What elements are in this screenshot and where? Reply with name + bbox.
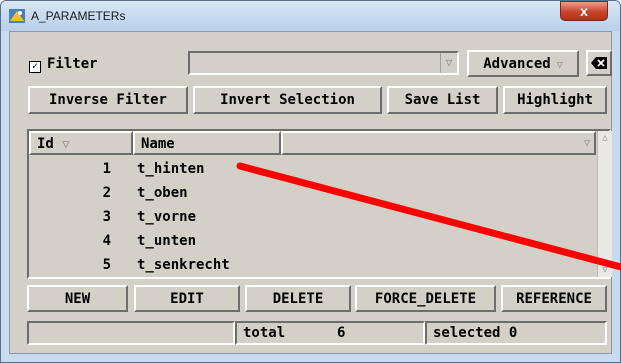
filter-combo[interactable]: ▽ (188, 51, 459, 75)
title-bar[interactable]: A_PARAMETERs x (1, 1, 620, 31)
filter-label: Filter (47, 56, 98, 72)
force-delete-label: FORCE_DELETE (374, 291, 477, 307)
highlight-button[interactable]: Highlight (503, 86, 607, 114)
table-row[interactable]: 1 t_hinten (29, 157, 596, 181)
scroll-down-icon[interactable]: ▽ (598, 263, 612, 277)
invert-selection-button[interactable]: Invert Selection (193, 86, 382, 114)
row-name: t_unten (137, 233, 197, 249)
delete-label: DELETE (272, 291, 324, 307)
window-title: A_PARAMETERs (31, 9, 126, 23)
table-row[interactable]: 4 t_unten (29, 229, 596, 253)
parameters-window: A_PARAMETERs x ✓ Filter ▽ Advanced ▽ Inve… (0, 0, 621, 363)
parameters-table: Id ▽ Name ▽ 1 t_hinten 2 t_oben 3 t_vorn… (27, 129, 612, 279)
selected-label: selected (433, 325, 501, 341)
new-label: NEW (64, 291, 91, 307)
clear-filter-button[interactable] (586, 50, 612, 76)
row-name: t_vorne (137, 209, 197, 225)
client-area: ✓ Filter ▽ Advanced ▽ Inverse Filter Inve… (9, 31, 612, 354)
row-id: 4 (102, 233, 111, 249)
clear-filter-icon (591, 57, 607, 69)
table-body: 1 t_hinten 2 t_oben 3 t_vorne 4 t_unten … (29, 157, 596, 277)
app-icon (9, 9, 25, 23)
edit-button[interactable]: EDIT (134, 285, 240, 312)
row-id: 5 (102, 257, 111, 273)
column-header-name-label: Name (141, 136, 175, 152)
scroll-up-icon[interactable]: △ (598, 131, 612, 145)
reference-button[interactable]: REFERENCE (501, 285, 607, 312)
column-header-id-label: Id (37, 136, 54, 152)
delete-button[interactable]: DELETE (245, 285, 351, 312)
advanced-button[interactable]: Advanced ▽ (467, 50, 579, 77)
inverse-filter-button[interactable]: Inverse Filter (28, 86, 188, 114)
table-row[interactable]: 2 t_oben (29, 181, 596, 205)
row-id: 3 (102, 209, 111, 225)
edit-label: EDIT (170, 291, 204, 307)
status-selected: selected 0 (425, 321, 607, 345)
column-dropdown-icon: ▽ (583, 138, 590, 149)
row-id: 2 (102, 185, 111, 201)
save-list-button[interactable]: Save List (387, 86, 498, 114)
table-row[interactable]: 5 t_senkrecht (29, 253, 596, 277)
table-row[interactable]: 3 t_vorne (29, 205, 596, 229)
close-icon: x (580, 3, 588, 19)
table-header: Id ▽ Name ▽ (29, 131, 596, 157)
reference-label: REFERENCE (516, 291, 592, 307)
column-header-extra[interactable]: ▽ (281, 131, 596, 155)
status-cell-empty (27, 321, 235, 345)
row-name: t_hinten (137, 161, 205, 177)
chevron-down-icon: ▽ (550, 60, 563, 71)
selected-value: 0 (508, 325, 518, 341)
column-header-name[interactable]: Name (133, 131, 281, 155)
invert-selection-label: Invert Selection (220, 92, 355, 108)
advanced-label: Advanced (483, 56, 551, 72)
row-name: t_oben (137, 185, 188, 201)
close-window-button[interactable]: x (560, 1, 608, 21)
filter-checkbox[interactable]: ✓ Filter (29, 56, 98, 73)
dropdown-arrow-icon[interactable]: ▽ (440, 53, 457, 73)
inverse-filter-label: Inverse Filter (48, 92, 167, 108)
vertical-scrollbar[interactable]: △ ▽ (597, 131, 612, 277)
total-value: 6 (337, 325, 346, 341)
checkbox-checked-icon: ✓ (29, 61, 41, 73)
sort-arrow-icon: ▽ (62, 137, 70, 151)
row-id: 1 (102, 161, 111, 177)
highlight-label: Highlight (517, 92, 593, 108)
force-delete-button[interactable]: FORCE_DELETE (355, 285, 496, 312)
row-name: t_senkrecht (137, 257, 230, 273)
new-button[interactable]: NEW (27, 285, 128, 312)
save-list-label: Save List (404, 92, 481, 108)
status-total: total 6 (235, 321, 425, 345)
total-label: total (243, 325, 286, 341)
column-header-id[interactable]: Id ▽ (29, 131, 133, 155)
